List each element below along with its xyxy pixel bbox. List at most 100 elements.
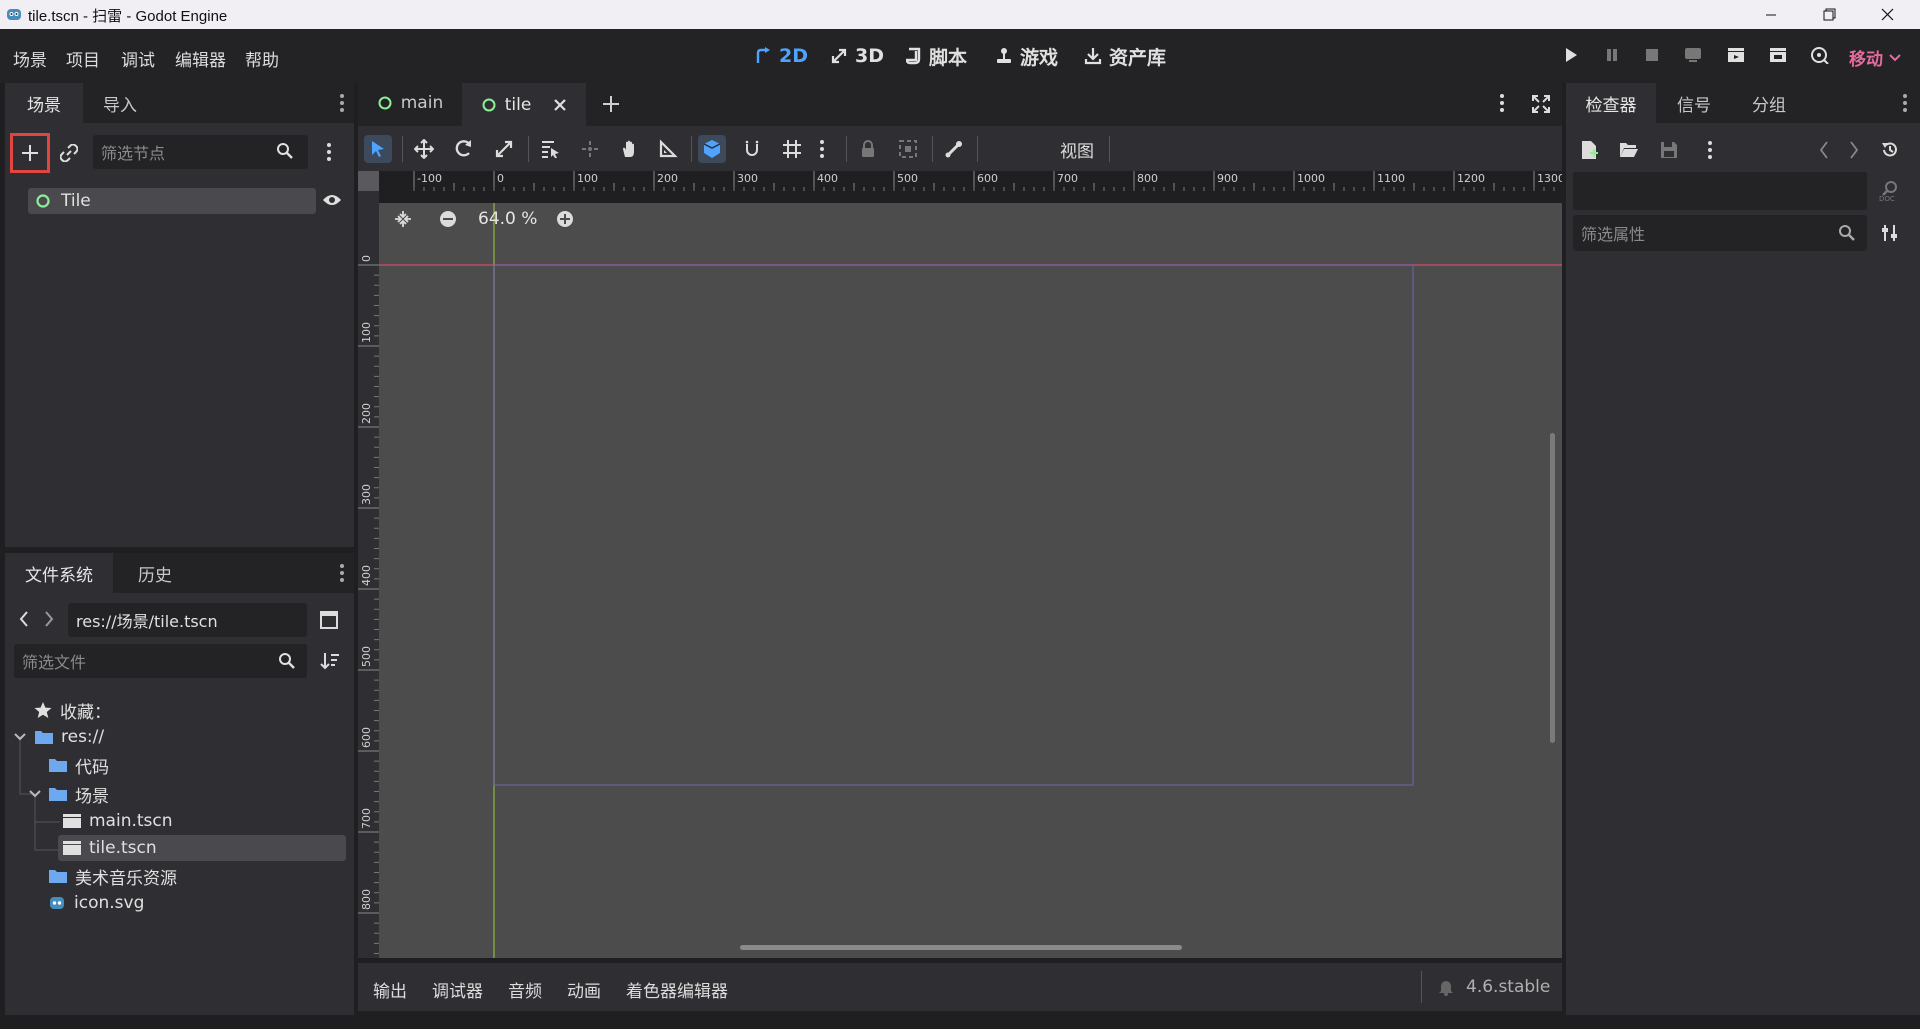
scale-mode-button[interactable]: [490, 135, 518, 163]
stop-button[interactable]: [1643, 46, 1661, 64]
menu-scene[interactable]: 场景: [13, 46, 47, 71]
fs-item-art-folder[interactable]: 美术音乐资源: [48, 864, 177, 889]
lock-button[interactable]: [854, 135, 882, 163]
center-view-button[interactable]: [393, 209, 413, 229]
fs-item-code-folder[interactable]: 代码: [48, 753, 109, 778]
zoom-out-button[interactable]: [439, 210, 457, 228]
snap-options-button[interactable]: [808, 135, 836, 163]
bottom-tab-output[interactable]: 输出: [373, 977, 407, 1002]
fs-item-res-root[interactable]: res://: [14, 725, 104, 749]
use-snap-button[interactable]: [738, 135, 766, 163]
menu-editor[interactable]: 编辑器: [175, 46, 226, 71]
history-back-button[interactable]: [1819, 141, 1829, 159]
pause-button[interactable]: [1603, 46, 1621, 64]
add-node-button[interactable]: [10, 133, 50, 173]
move-mode-button[interactable]: [410, 135, 438, 163]
bottom-tab-debugger[interactable]: 调试器: [432, 977, 483, 1002]
canvas-viewport[interactable]: 64.0 %: [379, 203, 1562, 958]
main-screen-2d[interactable]: 2D: [754, 41, 808, 71]
main-screen-script[interactable]: 脚本: [906, 41, 967, 71]
tab-history[interactable]: 历史: [113, 553, 197, 593]
inspector-settings-button[interactable]: [1880, 223, 1900, 243]
folder-icon: [35, 731, 53, 744]
rotate-mode-button[interactable]: [450, 135, 478, 163]
add-scene-tab-button[interactable]: [601, 94, 621, 114]
kebab-icon: [820, 140, 824, 158]
filesystem-dock-menu-button[interactable]: [339, 563, 345, 583]
menu-help[interactable]: 帮助: [245, 46, 279, 71]
file-filter-input[interactable]: 筛选文件: [14, 644, 307, 678]
pivot-mode-button[interactable]: [576, 135, 604, 163]
instantiate-scene-button[interactable]: [57, 141, 81, 165]
play-scene-button[interactable]: [1726, 46, 1746, 64]
fs-back-button[interactable]: [19, 611, 29, 627]
object-history-button[interactable]: [1880, 140, 1900, 160]
minimize-button[interactable]: [1742, 0, 1800, 29]
scene-tree-node-tile[interactable]: Tile: [28, 188, 316, 214]
list-select-button[interactable]: [536, 135, 564, 163]
save-resource-button[interactable]: [1659, 140, 1679, 160]
tab-inspector[interactable]: 检查器: [1566, 83, 1656, 123]
main-screen-assetlib[interactable]: 资产库: [1084, 41, 1166, 71]
zoom-level[interactable]: 64.0 %: [478, 209, 537, 229]
menu-project[interactable]: 项目: [66, 46, 100, 71]
bottom-tab-shader-editor[interactable]: 着色器编辑器: [626, 977, 728, 1002]
ruler-h-label: 100: [577, 172, 598, 185]
node-filter-search-icon: [276, 142, 294, 160]
scene-tabs-menu-button[interactable]: [1499, 93, 1505, 113]
select-mode-button[interactable]: [364, 135, 392, 163]
notification-bell-icon[interactable]: [1438, 978, 1454, 996]
play-button[interactable]: [1562, 46, 1580, 64]
fs-item-scenes-folder[interactable]: 场景: [29, 782, 109, 807]
fs-item-tile-scene[interactable]: tile.tscn: [58, 835, 346, 861]
fs-forward-button[interactable]: [44, 611, 54, 627]
group-button[interactable]: [894, 135, 922, 163]
zoom-in-button[interactable]: [556, 210, 574, 228]
movie-maker-button[interactable]: [1810, 46, 1830, 64]
engine-version[interactable]: 4.6.stable: [1466, 977, 1550, 997]
play-custom-scene-button[interactable]: [1768, 46, 1788, 64]
scene-tab-tile[interactable]: tile: [462, 83, 586, 126]
scene-dock-menu-button[interactable]: [339, 93, 345, 113]
tab-filesystem[interactable]: 文件系统: [5, 553, 113, 593]
bottom-tab-audio[interactable]: 音频: [508, 977, 542, 1002]
tab-scene[interactable]: 场景: [5, 83, 83, 123]
restore-button[interactable]: [1800, 0, 1858, 29]
viewport-hscrollbar[interactable]: [740, 945, 1182, 950]
tab-signals[interactable]: 信号: [1656, 83, 1732, 123]
viewport-vscrollbar[interactable]: [1550, 433, 1555, 743]
inspector-menu-button[interactable]: [1902, 93, 1908, 113]
visibility-toggle[interactable]: [322, 192, 342, 208]
remote-debug-button[interactable]: [1683, 46, 1703, 64]
grid-snap-button[interactable]: [778, 135, 806, 163]
ruler-mode-button[interactable]: [654, 135, 682, 163]
scene-tree-options-button[interactable]: [326, 142, 332, 162]
scene-tab-main[interactable]: main: [358, 83, 462, 123]
resource-extra-button[interactable]: [1707, 140, 1713, 160]
tab-groups[interactable]: 分组: [1732, 83, 1806, 123]
fs-favorites[interactable]: 收藏：: [34, 698, 111, 723]
main-screen-game[interactable]: 游戏: [995, 41, 1058, 71]
property-filter-input[interactable]: 筛选属性: [1573, 215, 1867, 251]
pan-mode-button[interactable]: [616, 135, 644, 163]
smart-snap-button[interactable]: [698, 135, 726, 163]
inspector-object-field[interactable]: [1573, 172, 1867, 210]
bottom-tab-animation[interactable]: 动画: [567, 977, 601, 1002]
close-window-button[interactable]: [1858, 0, 1916, 29]
fs-item-main-scene[interactable]: main.tscn: [62, 809, 173, 833]
open-resource-button[interactable]: [1619, 141, 1639, 159]
menu-debug[interactable]: 调试: [121, 46, 155, 71]
fs-item-icon-svg[interactable]: icon.svg: [48, 891, 144, 915]
open-docs-button[interactable]: DOC: [1879, 180, 1901, 202]
distraction-free-button[interactable]: [1531, 94, 1551, 114]
skeleton-button[interactable]: [940, 135, 968, 163]
history-forward-button[interactable]: [1849, 141, 1859, 159]
fs-path-field[interactable]: res://场景/tile.tscn: [68, 603, 307, 637]
renderer-selector[interactable]: 移动: [1849, 45, 1901, 70]
main-screen-3d[interactable]: 3D: [830, 41, 884, 71]
fs-split-mode-button[interactable]: [319, 610, 339, 630]
view-menu[interactable]: 视图: [1060, 137, 1094, 162]
new-resource-button[interactable]: [1580, 140, 1598, 160]
tab-import[interactable]: 导入: [83, 83, 157, 123]
sort-files-button[interactable]: [320, 651, 340, 671]
